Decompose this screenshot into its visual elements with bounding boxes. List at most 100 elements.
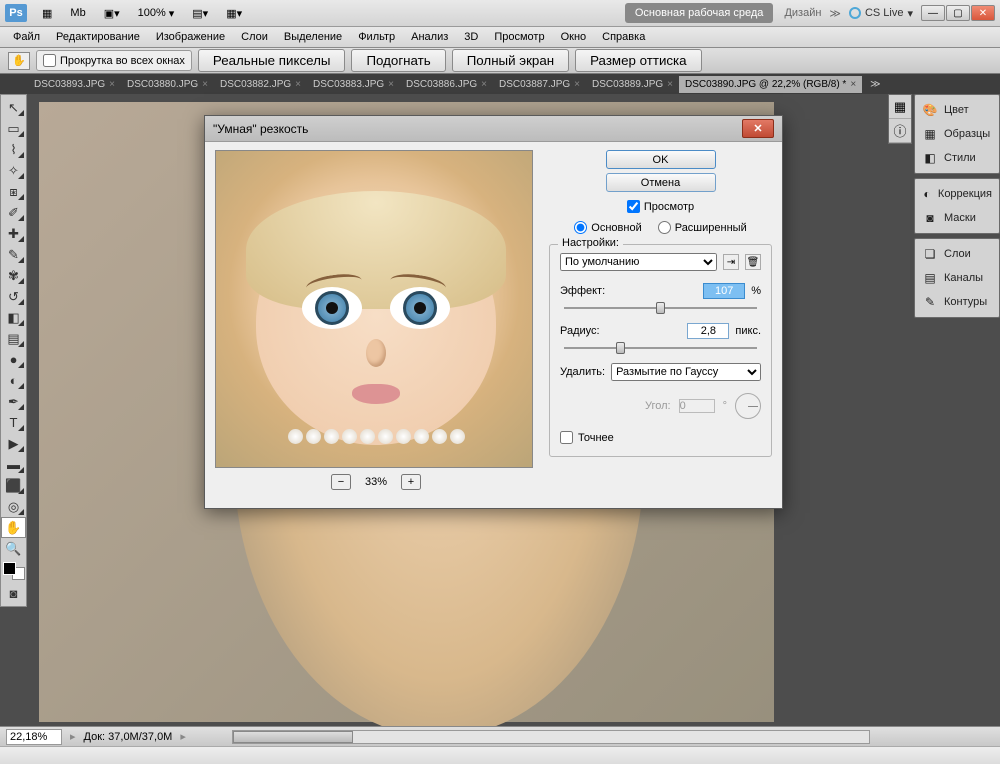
- menu-view[interactable]: Просмотр: [486, 28, 552, 46]
- tab-close-icon[interactable]: ×: [574, 79, 580, 90]
- menu-layers[interactable]: Слои: [233, 28, 276, 46]
- preset-select[interactable]: По умолчанию: [560, 253, 717, 271]
- fit-screen-button[interactable]: Подогнать: [351, 49, 445, 72]
- document-tab[interactable]: DSC03887.JPG×: [493, 76, 586, 93]
- dodge-tool[interactable]: ◐: [1, 370, 26, 391]
- color-swatches[interactable]: [3, 562, 25, 580]
- scroll-all-windows-checkbox[interactable]: Прокрутка во всех окнах: [36, 50, 192, 71]
- panel-masks[interactable]: ◙Маски: [915, 206, 999, 230]
- print-size-button[interactable]: Размер оттиска: [575, 49, 702, 72]
- eyedropper-tool[interactable]: ✐: [1, 202, 26, 223]
- tab-close-icon[interactable]: ×: [109, 79, 115, 90]
- gradient-tool[interactable]: ▤: [1, 328, 26, 349]
- panel-styles[interactable]: ◧Стили: [915, 146, 999, 170]
- hand-tool[interactable]: ✋: [1, 517, 26, 538]
- actual-pixels-button[interactable]: Реальные пикселы: [198, 49, 346, 72]
- tab-close-icon[interactable]: ×: [667, 79, 673, 90]
- minimize-button[interactable]: —: [921, 5, 945, 21]
- menu-3d[interactable]: 3D: [456, 28, 486, 46]
- panel-channels[interactable]: ▤Каналы: [915, 266, 999, 290]
- delete-preset-icon[interactable]: 🗑: [745, 254, 761, 270]
- path-selection-tool[interactable]: ▶: [1, 433, 26, 454]
- maximize-button[interactable]: ▢: [946, 5, 970, 21]
- blur-tool[interactable]: ●: [1, 349, 26, 370]
- lasso-tool[interactable]: ⌇: [1, 139, 26, 160]
- panel-swatches[interactable]: ▦Образцы: [915, 122, 999, 146]
- 3d-camera-tool[interactable]: ◎: [1, 496, 26, 517]
- preview-zoom-out-button[interactable]: −: [331, 474, 351, 490]
- workspace-design-button[interactable]: Дизайн: [776, 3, 829, 23]
- clone-stamp-tool[interactable]: ✾: [1, 265, 26, 286]
- preview-checkbox[interactable]: Просмотр: [627, 200, 694, 213]
- quick-mask-toggle[interactable]: ◙: [1, 583, 26, 604]
- mode-advanced-radio[interactable]: Расширенный: [658, 221, 747, 234]
- launch-bridge-button[interactable]: ▦: [35, 4, 59, 23]
- 3d-tool[interactable]: ⬛: [1, 475, 26, 496]
- document-tab[interactable]: DSC03882.JPG×: [214, 76, 307, 93]
- document-tab[interactable]: DSC03880.JPG×: [121, 76, 214, 93]
- zoom-tool[interactable]: 🔍: [1, 538, 26, 559]
- hand-tool-icon[interactable]: ✋: [8, 52, 30, 70]
- type-tool[interactable]: T: [1, 412, 26, 433]
- dialog-close-button[interactable]: ✕: [742, 119, 774, 138]
- tab-close-icon[interactable]: ×: [481, 79, 487, 90]
- menu-filter[interactable]: Фильтр: [350, 28, 403, 46]
- panel-layers[interactable]: ❏Слои: [915, 242, 999, 266]
- menu-window[interactable]: Окно: [553, 28, 595, 46]
- eraser-tool[interactable]: ◧: [1, 307, 26, 328]
- document-tab[interactable]: DSC03886.JPG×: [400, 76, 493, 93]
- precise-checkbox[interactable]: Точнее: [560, 431, 761, 444]
- menu-select[interactable]: Выделение: [276, 28, 350, 46]
- preview-zoom-in-button[interactable]: +: [401, 474, 421, 490]
- menu-image[interactable]: Изображение: [148, 28, 233, 46]
- tab-close-icon[interactable]: ×: [295, 79, 301, 90]
- effect-input[interactable]: [703, 283, 745, 299]
- full-screen-button[interactable]: Полный экран: [452, 49, 569, 72]
- tab-close-icon[interactable]: ×: [202, 79, 208, 90]
- close-button[interactable]: ✕: [971, 5, 995, 21]
- workspace-overflow[interactable]: ≫: [829, 7, 841, 20]
- menu-edit[interactable]: Редактирование: [48, 28, 148, 46]
- panel-adjustments[interactable]: ◐Коррекция: [915, 182, 999, 206]
- document-tab[interactable]: DSC03889.JPG×: [586, 76, 679, 93]
- menu-help[interactable]: Справка: [594, 28, 653, 46]
- effect-slider[interactable]: [560, 301, 761, 315]
- mode-basic-radio[interactable]: Основной: [574, 221, 641, 234]
- crop-tool[interactable]: ⧆: [1, 181, 26, 202]
- radius-input[interactable]: [687, 323, 729, 339]
- launch-minibridge-button[interactable]: Mb: [63, 4, 92, 22]
- workspace-main-button[interactable]: Основная рабочая среда: [625, 3, 774, 23]
- tab-close-icon[interactable]: ×: [388, 79, 394, 90]
- tab-close-icon[interactable]: ×: [850, 79, 856, 90]
- brush-tool[interactable]: ✎: [1, 244, 26, 265]
- cancel-button[interactable]: Отмена: [606, 173, 716, 192]
- zoom-level-display[interactable]: 100% ▾: [131, 4, 182, 23]
- marquee-tool[interactable]: ▭: [1, 118, 26, 139]
- panel-paths[interactable]: ✎Контуры: [915, 290, 999, 314]
- pen-tool[interactable]: ✒: [1, 391, 26, 412]
- panel-icon-info[interactable]: ⓘ: [889, 119, 911, 143]
- radius-slider[interactable]: [560, 341, 761, 355]
- document-tab[interactable]: DSC03893.JPG×: [28, 76, 121, 93]
- magic-wand-tool[interactable]: ✧: [1, 160, 26, 181]
- horizontal-scrollbar[interactable]: [232, 730, 870, 744]
- shape-tool[interactable]: ▬: [1, 454, 26, 475]
- ok-button[interactable]: OK: [606, 150, 716, 169]
- history-brush-tool[interactable]: ↺: [1, 286, 26, 307]
- screen-mode-button[interactable]: ▣▾: [97, 4, 127, 23]
- document-tab-active[interactable]: DSC03890.JPG @ 22,2% (RGB/8) *×: [679, 76, 862, 93]
- menu-file[interactable]: Файл: [5, 28, 48, 46]
- tabs-overflow-icon[interactable]: ≫: [870, 79, 880, 90]
- cslive-button[interactable]: CS Live ▾: [849, 7, 913, 20]
- zoom-input[interactable]: [6, 729, 62, 745]
- panel-icon-histogram[interactable]: ▦: [889, 95, 911, 119]
- dialog-titlebar[interactable]: "Умная" резкость ✕: [205, 116, 782, 142]
- move-tool[interactable]: ↖: [1, 97, 26, 118]
- preview-image[interactable]: [215, 150, 533, 468]
- document-tab[interactable]: DSC03883.JPG×: [307, 76, 400, 93]
- menu-analysis[interactable]: Анализ: [403, 28, 456, 46]
- arrange-documents-button[interactable]: ▦▾: [219, 4, 249, 23]
- panel-color[interactable]: 🎨Цвет: [915, 98, 999, 122]
- view-extras-button[interactable]: ▤▾: [185, 4, 215, 23]
- save-preset-icon[interactable]: ⇥: [723, 254, 739, 270]
